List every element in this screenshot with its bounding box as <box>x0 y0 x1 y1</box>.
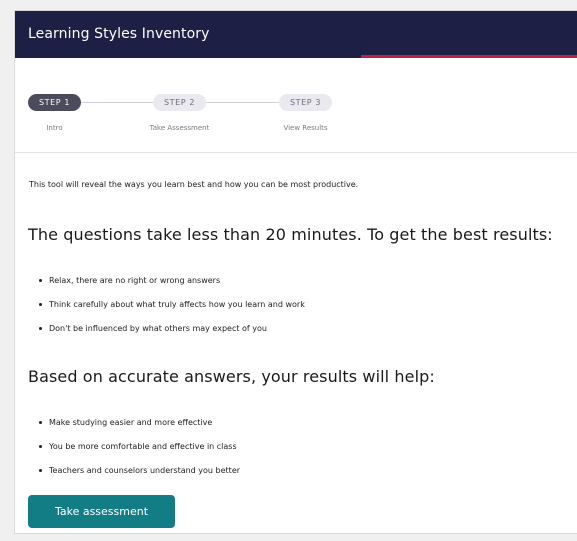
assessment-card: Learning Styles Inventory STEP 1 Intro S… <box>14 10 577 534</box>
step-2-caption: Take Assessment <box>149 124 210 132</box>
bullet-icon <box>39 469 42 472</box>
step-3-pill: STEP 3 <box>279 94 332 111</box>
tips-list: Relax, there are no right or wrong answe… <box>39 275 305 347</box>
list-item: Think carefully about what truly affects… <box>39 299 305 323</box>
benefits-list: Make studying easier and more effective … <box>39 417 240 489</box>
step-3-caption: View Results <box>283 124 328 132</box>
list-item: Don't be influenced by what others may e… <box>39 323 305 347</box>
bullet-icon <box>39 445 42 448</box>
bullet-icon <box>39 303 42 306</box>
step-2-pill: STEP 2 <box>153 94 206 111</box>
intro-text: This tool will reveal the ways you learn… <box>29 180 359 189</box>
take-assessment-button[interactable]: Take assessment <box>28 495 175 528</box>
bullet-icon <box>39 327 42 330</box>
bullet-icon <box>39 421 42 424</box>
page-title: Learning Styles Inventory <box>28 26 210 42</box>
benefits-heading: Based on accurate answers, your results … <box>28 367 435 386</box>
app-header: Learning Styles Inventory <box>15 11 577 58</box>
step-1-pill: STEP 1 <box>28 94 81 111</box>
results-tips-heading: The questions take less than 20 minutes.… <box>28 225 553 244</box>
list-item: Make studying easier and more effective <box>39 417 240 441</box>
bullet-icon <box>39 279 42 282</box>
list-item: You be more comfortable and effective in… <box>39 441 240 465</box>
step-1-caption: Intro <box>46 124 63 132</box>
list-item: Relax, there are no right or wrong answe… <box>39 275 305 299</box>
progress-stepper: STEP 1 Intro STEP 2 Take Assessment STEP… <box>15 58 577 153</box>
list-item: Teachers and counselors understand you b… <box>39 465 240 489</box>
